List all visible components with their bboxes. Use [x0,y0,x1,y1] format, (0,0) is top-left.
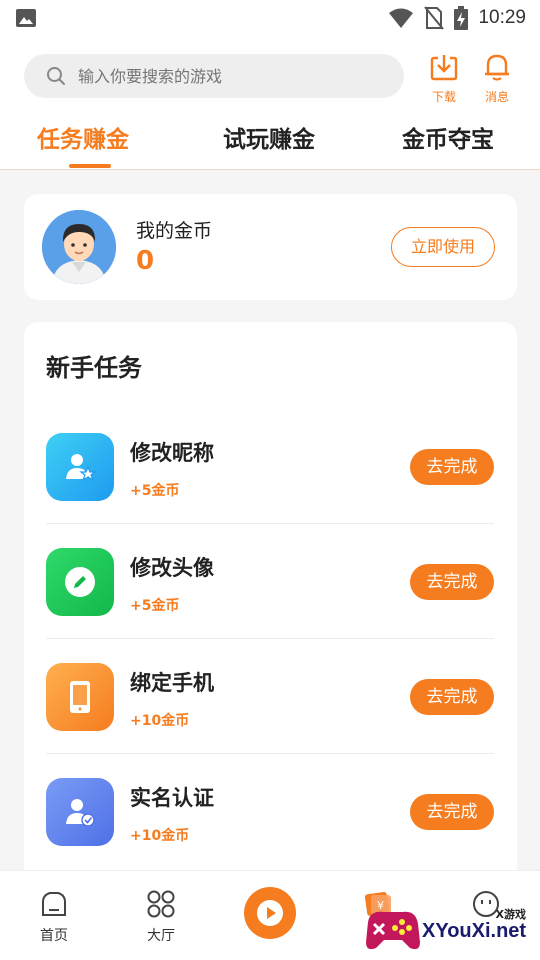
task-item: 修改昵称 +5金币 去完成 [46,433,494,548]
active-tab-indicator [69,164,111,168]
newbie-tasks-card: 新手任务 修改昵称 +5金币 去完成 修改头像 +5金币 去完成 绑定手机 +1… [24,322,517,882]
task-name: 绑定手机 [130,671,214,695]
wifi-icon [389,8,414,28]
task-name: 修改头像 [130,556,214,580]
nav-lobby-label: 大厅 [147,928,175,944]
watermark: X游戏 XYouXi.net [362,898,540,960]
message-button[interactable]: 消息 [477,52,517,105]
watermark-site-text: XYouXi.net [422,920,527,942]
nav-home[interactable]: 首页 [24,889,84,945]
download-label: 下载 [431,90,456,104]
tab-coin-treasure[interactable]: 金币夺宝 [402,120,494,154]
clock: 10:29 [478,7,526,28]
task-item: 绑定手机 +10金币 去完成 [46,663,494,778]
battery-icon [454,6,469,30]
task-reward: +5金币 [130,598,180,614]
my-coins-card: 我的金币 0 立即使用 [24,194,517,300]
home-icon [42,892,66,916]
go-complete-button[interactable]: 去完成 [410,449,494,485]
task-reward: +10金币 [130,828,190,844]
avatar[interactable] [42,210,116,284]
go-complete-button[interactable]: 去完成 [410,794,494,830]
top-bar: 下载 消息 任务赚金 试玩赚金 金币夺宝 [0,38,540,170]
gallery-icon [16,9,36,27]
play-icon [257,900,283,926]
tab-bar: 任务赚金 试玩赚金 金币夺宝 [0,120,540,170]
user-star-icon [46,433,114,501]
task-item: 修改头像 +5金币 去完成 [46,548,494,663]
tab-trial-earn[interactable]: 试玩赚金 [223,120,315,154]
search-bar[interactable] [24,54,404,98]
coins-label: 我的金币 [136,220,213,242]
divider [46,523,494,524]
download-icon [430,55,458,81]
tasks-title: 新手任务 [46,354,142,382]
divider [46,753,494,754]
task-reward: +5金币 [130,483,180,499]
bell-icon [485,54,509,81]
download-button[interactable]: 下载 [424,52,464,105]
play-button[interactable] [244,887,296,939]
task-name: 实名认证 [130,786,214,810]
task-reward: +10金币 [130,713,190,729]
go-complete-button[interactable]: 去完成 [410,679,494,715]
status-bar: 10:29 [0,0,540,38]
gamepad-logo-icon [366,911,420,950]
search-input[interactable] [78,66,378,86]
nav-lobby[interactable]: 大厅 [131,889,191,945]
use-now-button[interactable]: 立即使用 [391,227,495,267]
task-name: 修改昵称 [130,441,214,465]
tab-task-earn[interactable]: 任务赚金 [37,120,129,154]
grid-icon [147,890,175,918]
coins-value: 0 [136,246,155,276]
avatar-icon [42,210,116,284]
divider [46,638,494,639]
message-label: 消息 [484,90,509,104]
nav-home-label: 首页 [40,928,68,944]
no-sim-icon [424,6,445,30]
edit-pencil-icon [46,548,114,616]
go-complete-button[interactable]: 去完成 [410,564,494,600]
search-icon [47,67,65,85]
verified-user-icon [46,778,114,846]
phone-icon [46,663,114,731]
